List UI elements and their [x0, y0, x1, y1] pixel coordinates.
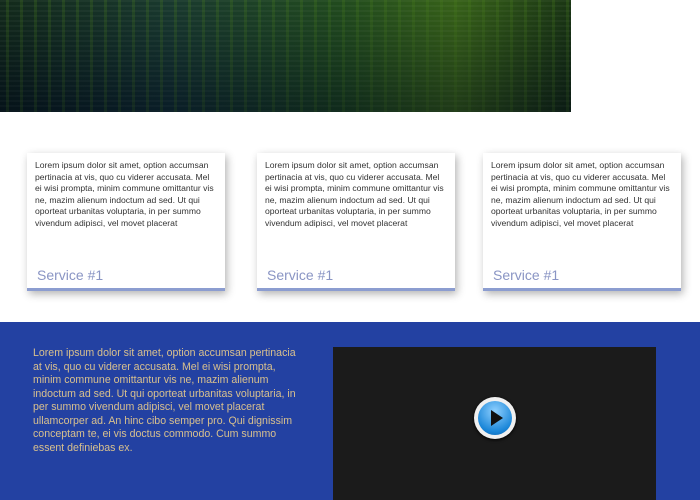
service-card: Lorem ipsum dolor sit amet, option accum… [27, 153, 225, 291]
play-icon [478, 401, 512, 435]
service-text: Lorem ipsum dolor sit amet, option accum… [265, 160, 444, 228]
service-card: Lorem ipsum dolor sit amet, option accum… [483, 153, 681, 291]
service-title[interactable]: Service #1 [493, 267, 559, 283]
feature-section: Lorem ipsum dolor sit amet, option accum… [0, 322, 700, 500]
service-title[interactable]: Service #1 [37, 267, 103, 283]
hero-lake-image [0, 0, 571, 112]
service-text: Lorem ipsum dolor sit amet, option accum… [35, 160, 214, 228]
service-title[interactable]: Service #1 [267, 267, 333, 283]
feature-text: Lorem ipsum dolor sit amet, option accum… [33, 347, 296, 454]
service-card: Lorem ipsum dolor sit amet, option accum… [257, 153, 455, 291]
video-player[interactable] [333, 347, 656, 500]
play-button[interactable] [474, 397, 516, 439]
service-text: Lorem ipsum dolor sit amet, option accum… [491, 160, 670, 228]
